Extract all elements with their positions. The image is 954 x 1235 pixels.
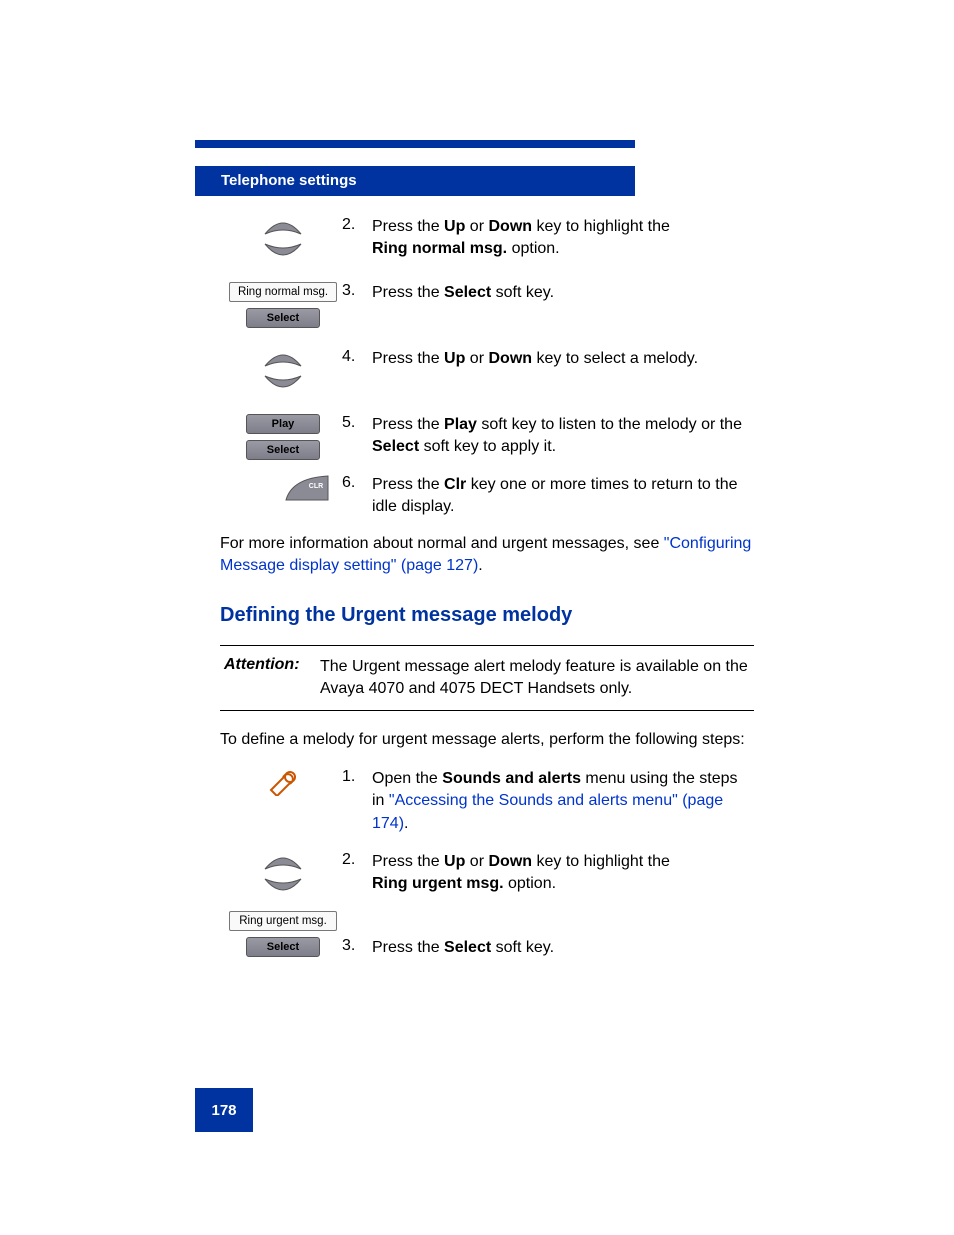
step-text: Press the Clr key one or more times to r… [372,472,754,519]
select-button: Select [246,440,320,460]
step-text: Press the Up or Down key to select a mel… [372,346,754,370]
clr-key-icon: CLR [282,474,332,502]
step-number: 4. [342,346,372,366]
nav-up-icon [261,851,305,871]
step-text: Press the Select soft key. [372,935,754,959]
info-paragraph: For more information about normal and ur… [220,533,754,578]
nav-up-icon [261,216,305,236]
ring-urgent-button: Ring urgent msg. [229,911,337,931]
step-text: Press the Play soft key to listen to the… [372,412,754,459]
intro-paragraph: To define a melody for urgent message al… [220,729,754,751]
step-number: 3. [342,280,372,300]
wrench-icon [265,768,301,796]
attention-label: Attention: [224,656,320,701]
attention-text: The Urgent message alert melody feature … [320,656,750,701]
select-button: Select [246,937,320,957]
header-title: Telephone settings [195,166,635,196]
step-text: Press the Up or Down key to highlight th… [372,849,754,896]
section-heading: Defining the Urgent message melody [220,604,754,627]
step-number: 3. [342,935,372,955]
step-number: 6. [342,472,372,492]
nav-down-icon [261,374,305,394]
select-button: Select [246,308,320,328]
sounds-alerts-link[interactable]: "Accessing the Sounds and alerts menu" (… [372,792,723,831]
step-text: Press the Select soft key. [372,280,754,304]
step-number: 1. [342,766,372,786]
page-number: 178 [195,1088,253,1132]
nav-down-icon [261,242,305,262]
ring-normal-button: Ring normal msg. [229,282,337,302]
nav-down-icon [261,877,305,897]
top-stripe [195,140,635,148]
step-number: 2. [342,849,372,869]
play-button: Play [246,414,320,434]
step-number: 5. [342,412,372,432]
attention-box: Attention: The Urgent message alert melo… [220,645,754,712]
step-number: 2. [342,214,372,234]
nav-up-icon [261,348,305,368]
step-text: Press the Up or Down key to highlight th… [372,214,754,261]
svg-text:CLR: CLR [309,483,323,490]
content-area: 2. Press the Up or Down key to highlight… [224,214,754,971]
step-text: Open the Sounds and alerts menu using th… [372,766,754,835]
